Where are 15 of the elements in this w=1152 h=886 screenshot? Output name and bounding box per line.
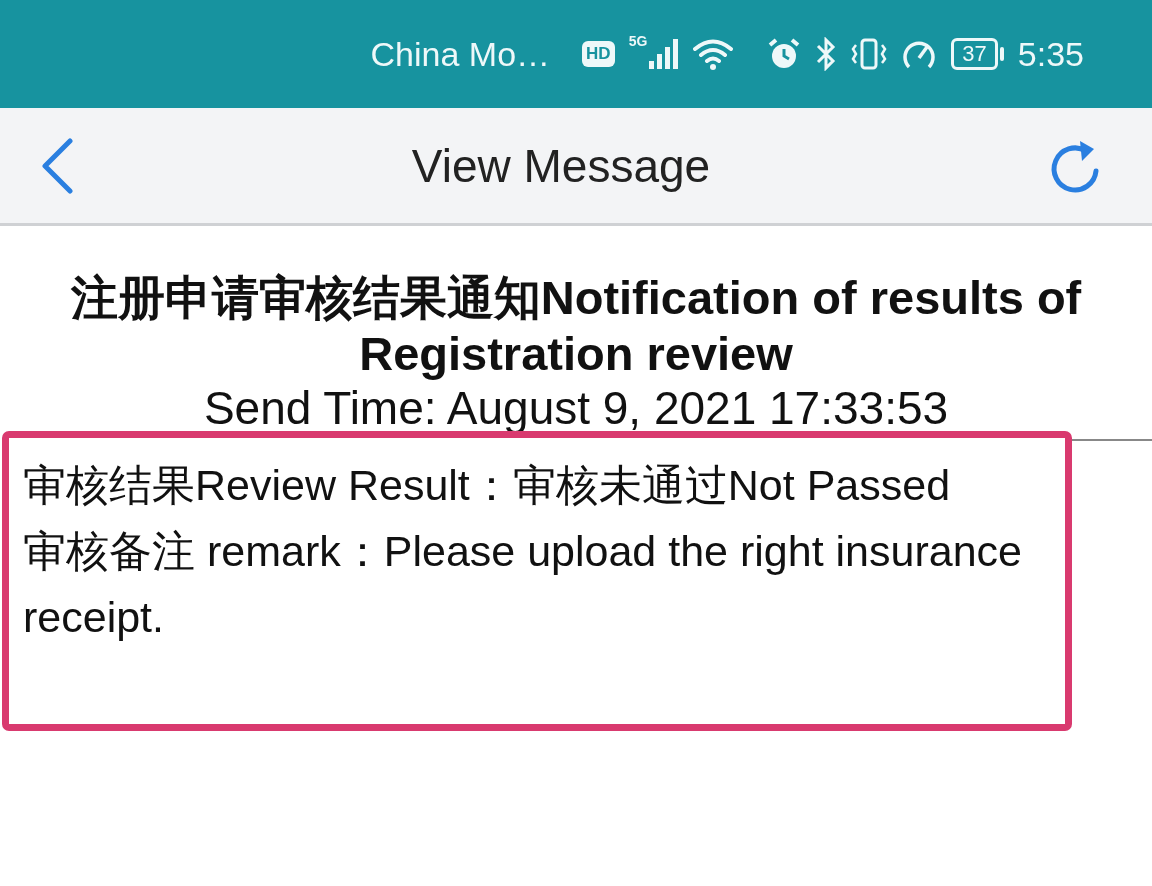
- alarm-icon: [767, 37, 802, 71]
- back-button[interactable]: [40, 137, 74, 194]
- signal-icon: [649, 39, 680, 69]
- send-time: Send Time: August 9, 2021 17:33:53: [202, 382, 950, 434]
- message-title: 注册申请审核结果通知Notification of results of Registration review: [69, 270, 1083, 383]
- message-line: 审核备注 remark：Please upload the right insurance receipt.: [23, 526, 1023, 644]
- network-label: 5G: [628, 33, 648, 49]
- hd-label: HD: [582, 41, 615, 67]
- wifi-icon: [693, 38, 734, 70]
- page-title: View Message: [411, 138, 711, 193]
- clock-time: 5:35: [1017, 34, 1084, 74]
- message-line: 审核结果Review Result：审核未通过Not Passed: [23, 460, 952, 512]
- bluetooth-icon: [815, 37, 838, 71]
- vibrate-icon: [851, 37, 888, 71]
- carrier-name: China Mo…: [370, 34, 551, 74]
